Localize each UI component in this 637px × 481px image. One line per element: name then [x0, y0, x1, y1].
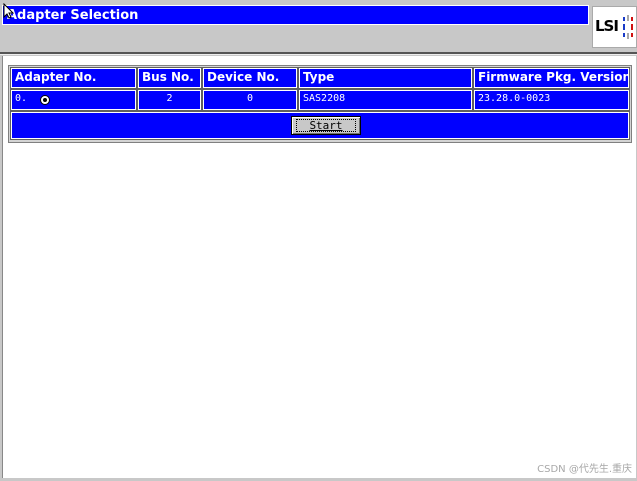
header-bus-no: Bus No.	[137, 67, 202, 89]
header-device-no: Device No.	[202, 67, 298, 89]
header-adapter-no: Adapter No.	[10, 67, 137, 89]
watermark: CSDN @代先生.重庆	[537, 464, 632, 475]
start-button[interactable]: Start	[291, 116, 361, 135]
window-title: Adapter Selection	[2, 5, 589, 25]
bus-no-value: 2	[137, 89, 202, 111]
header-firmware-version: Firmware Pkg. Version	[473, 67, 630, 89]
device-no-value: 0	[202, 89, 298, 111]
adapter-select-radio[interactable]	[40, 95, 50, 105]
top-bar: Adapter Selection LSI	[0, 0, 637, 52]
table-row-adapter-cell[interactable]: 0.	[10, 89, 137, 111]
header-type: Type	[298, 67, 473, 89]
action-row: Start	[10, 111, 630, 140]
adapter-table: Adapter No. Bus No. Device No. Type Firm…	[8, 65, 632, 143]
mouse-pointer-icon	[3, 3, 15, 19]
focus-ring	[296, 119, 356, 132]
lsi-logo-mark-icon	[623, 15, 633, 39]
type-value: SAS2208	[298, 89, 473, 111]
lsi-logo: LSI	[592, 6, 637, 48]
main-content: Adapter No. Bus No. Device No. Type Firm…	[2, 56, 636, 478]
logo-text: LSI	[595, 17, 619, 35]
header-separator	[0, 52, 637, 55]
firmware-version-value: 23.28.0-0023	[473, 89, 630, 111]
adapter-no-value: 0.	[15, 93, 28, 104]
